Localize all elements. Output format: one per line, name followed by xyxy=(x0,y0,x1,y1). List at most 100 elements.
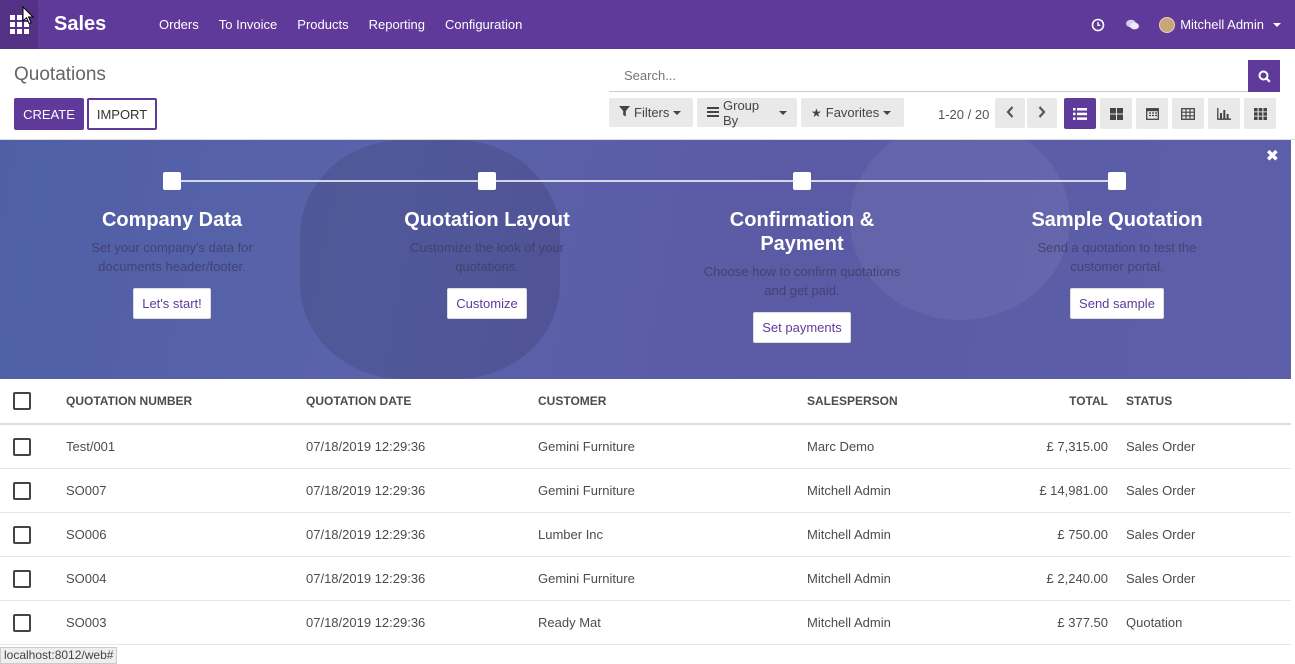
kanban-icon xyxy=(1109,107,1123,120)
quotation-number: SO006 xyxy=(66,527,107,542)
grid-view-button[interactable] xyxy=(1244,98,1276,129)
search-button[interactable] xyxy=(1248,60,1280,92)
lets-start-button[interactable]: Let's start! xyxy=(133,288,211,319)
calendar-view-button[interactable] xyxy=(1136,98,1168,129)
step-title: Confirmation & Payment xyxy=(729,209,875,255)
list-view-button[interactable] xyxy=(1064,98,1096,129)
browser-status-url: localhost:8012/web# xyxy=(0,647,118,664)
column-header-total[interactable]: TOTAL xyxy=(1069,379,1108,424)
quotation-date: 07/18/2019 12:29:36 xyxy=(306,571,426,586)
status: Sales Order xyxy=(1126,439,1196,454)
filter-icon xyxy=(619,105,630,120)
step-marker xyxy=(478,172,496,190)
pivot-view-button[interactable] xyxy=(1172,98,1204,129)
column-header-status[interactable]: STATUS xyxy=(1126,379,1172,424)
status: Sales Order xyxy=(1126,527,1196,542)
step-title: Company Data xyxy=(101,209,243,231)
onboarding-step-company-data: Company Data Set your company's data for… xyxy=(52,208,292,319)
table-row[interactable]: SO007 07/18/2019 12:29:36 Gemini Furnitu… xyxy=(0,469,1291,513)
menu-item-products[interactable]: Products xyxy=(287,0,358,49)
row-checkbox[interactable] xyxy=(13,438,31,456)
top-navbar: Sales Orders To Invoice Products Reporti… xyxy=(0,0,1295,49)
bar-chart-icon xyxy=(1217,107,1231,120)
search-icon xyxy=(1258,70,1271,83)
step-description: Set your company's data for documents he… xyxy=(91,240,253,274)
customer: Gemini Furniture xyxy=(538,483,635,498)
status: Sales Order xyxy=(1126,483,1196,498)
total: £ 750.00 xyxy=(1057,527,1108,542)
table-row[interactable]: SO004 07/18/2019 12:29:36 Gemini Furnitu… xyxy=(0,557,1291,601)
row-checkbox[interactable] xyxy=(13,614,31,632)
total: £ 7,315.00 xyxy=(1046,439,1108,454)
menu-item-reporting[interactable]: Reporting xyxy=(359,0,435,49)
onboarding-step-sample-quotation: Sample Quotation Send a quotation to tes… xyxy=(997,208,1237,319)
step-title: Quotation Layout xyxy=(404,209,570,231)
menu-item-configuration[interactable]: Configuration xyxy=(435,0,532,49)
search-input[interactable] xyxy=(609,60,1248,91)
onboarding-progress-line xyxy=(172,180,1117,182)
chevron-down-icon xyxy=(883,110,892,115)
search-options: Filters Group By ★ Favorites xyxy=(609,97,904,128)
row-checkbox[interactable] xyxy=(13,570,31,588)
total: £ 14,981.00 xyxy=(1039,483,1108,498)
import-button[interactable]: IMPORT xyxy=(87,98,157,130)
pager-next-button[interactable] xyxy=(1027,98,1057,128)
navbar-systray: Mitchell Admin xyxy=(1091,16,1295,33)
groupby-label: Group By xyxy=(723,97,760,128)
avatar xyxy=(1159,16,1176,33)
quotations-table: QUOTATION NUMBER QUOTATION DATE CUSTOMER… xyxy=(0,379,1291,645)
salesperson: Marc Demo xyxy=(807,439,875,454)
pager-previous-button[interactable] xyxy=(995,98,1025,128)
column-header-salesperson[interactable]: SALESPERSON xyxy=(807,379,898,424)
clock-icon[interactable] xyxy=(1091,18,1105,32)
menu-item-orders[interactable]: Orders xyxy=(149,0,209,49)
user-name: Mitchell Admin xyxy=(1180,17,1264,32)
table-row[interactable]: SO003 07/18/2019 12:29:36 Ready Mat Mitc… xyxy=(0,601,1291,645)
table-header: QUOTATION NUMBER QUOTATION DATE CUSTOMER… xyxy=(0,379,1291,425)
column-header-number[interactable]: QUOTATION NUMBER xyxy=(66,379,192,424)
customize-button[interactable]: Customize xyxy=(447,288,527,319)
quotation-date: 07/18/2019 12:29:36 xyxy=(306,483,426,498)
step-marker xyxy=(1108,172,1126,190)
app-name[interactable]: Sales xyxy=(54,13,149,36)
list-icon xyxy=(1073,107,1087,120)
favorites-label: Favorites xyxy=(825,105,880,120)
chat-icon[interactable] xyxy=(1125,18,1140,32)
salesperson: Mitchell Admin xyxy=(807,483,891,498)
quotation-date: 07/18/2019 12:29:36 xyxy=(306,527,426,542)
set-payments-button[interactable]: Set payments xyxy=(753,312,851,343)
row-checkbox[interactable] xyxy=(13,482,31,500)
table-row[interactable]: Test/001 07/18/2019 12:29:36 Gemini Furn… xyxy=(0,425,1291,469)
customer: Gemini Furniture xyxy=(538,439,635,454)
user-menu[interactable]: Mitchell Admin xyxy=(1159,16,1281,33)
salesperson: Mitchell Admin xyxy=(807,527,891,542)
salesperson: Mitchell Admin xyxy=(807,615,891,630)
menu-item-to-invoice[interactable]: To Invoice xyxy=(209,0,288,49)
chevron-right-icon xyxy=(1038,105,1046,121)
quotation-date: 07/18/2019 12:29:36 xyxy=(306,439,426,454)
customer: Ready Mat xyxy=(538,615,601,630)
row-checkbox[interactable] xyxy=(13,526,31,544)
pager-value[interactable]: 1-20 / 20 xyxy=(938,107,989,122)
main-menu: Orders To Invoice Products Reporting Con… xyxy=(149,0,532,49)
customer: Lumber Inc xyxy=(538,527,604,542)
calendar-icon xyxy=(1145,108,1159,120)
filters-dropdown[interactable]: Filters xyxy=(609,98,693,127)
graph-view-button[interactable] xyxy=(1208,98,1240,129)
chevron-left-icon xyxy=(1006,105,1014,121)
groupby-dropdown[interactable]: Group By xyxy=(697,97,797,128)
grid-icon xyxy=(1253,107,1267,120)
quotation-number: SO004 xyxy=(66,571,107,586)
select-all-checkbox[interactable] xyxy=(13,392,31,410)
table-row[interactable]: SO006 07/18/2019 12:29:36 Lumber Inc Mit… xyxy=(0,513,1291,557)
kanban-view-button[interactable] xyxy=(1100,98,1132,129)
send-sample-button[interactable]: Send sample xyxy=(1070,288,1164,319)
column-header-date[interactable]: QUOTATION DATE xyxy=(306,379,411,424)
close-icon[interactable]: ✖ xyxy=(1266,146,1279,166)
favorites-dropdown[interactable]: ★ Favorites xyxy=(801,98,904,127)
quotation-number: Test/001 xyxy=(66,439,116,454)
column-header-customer[interactable]: CUSTOMER xyxy=(538,379,606,424)
control-panel: Quotations CREATE IMPORT Filters Group B… xyxy=(0,49,1295,140)
mouse-cursor-icon xyxy=(22,5,35,27)
create-button[interactable]: CREATE xyxy=(14,98,84,130)
